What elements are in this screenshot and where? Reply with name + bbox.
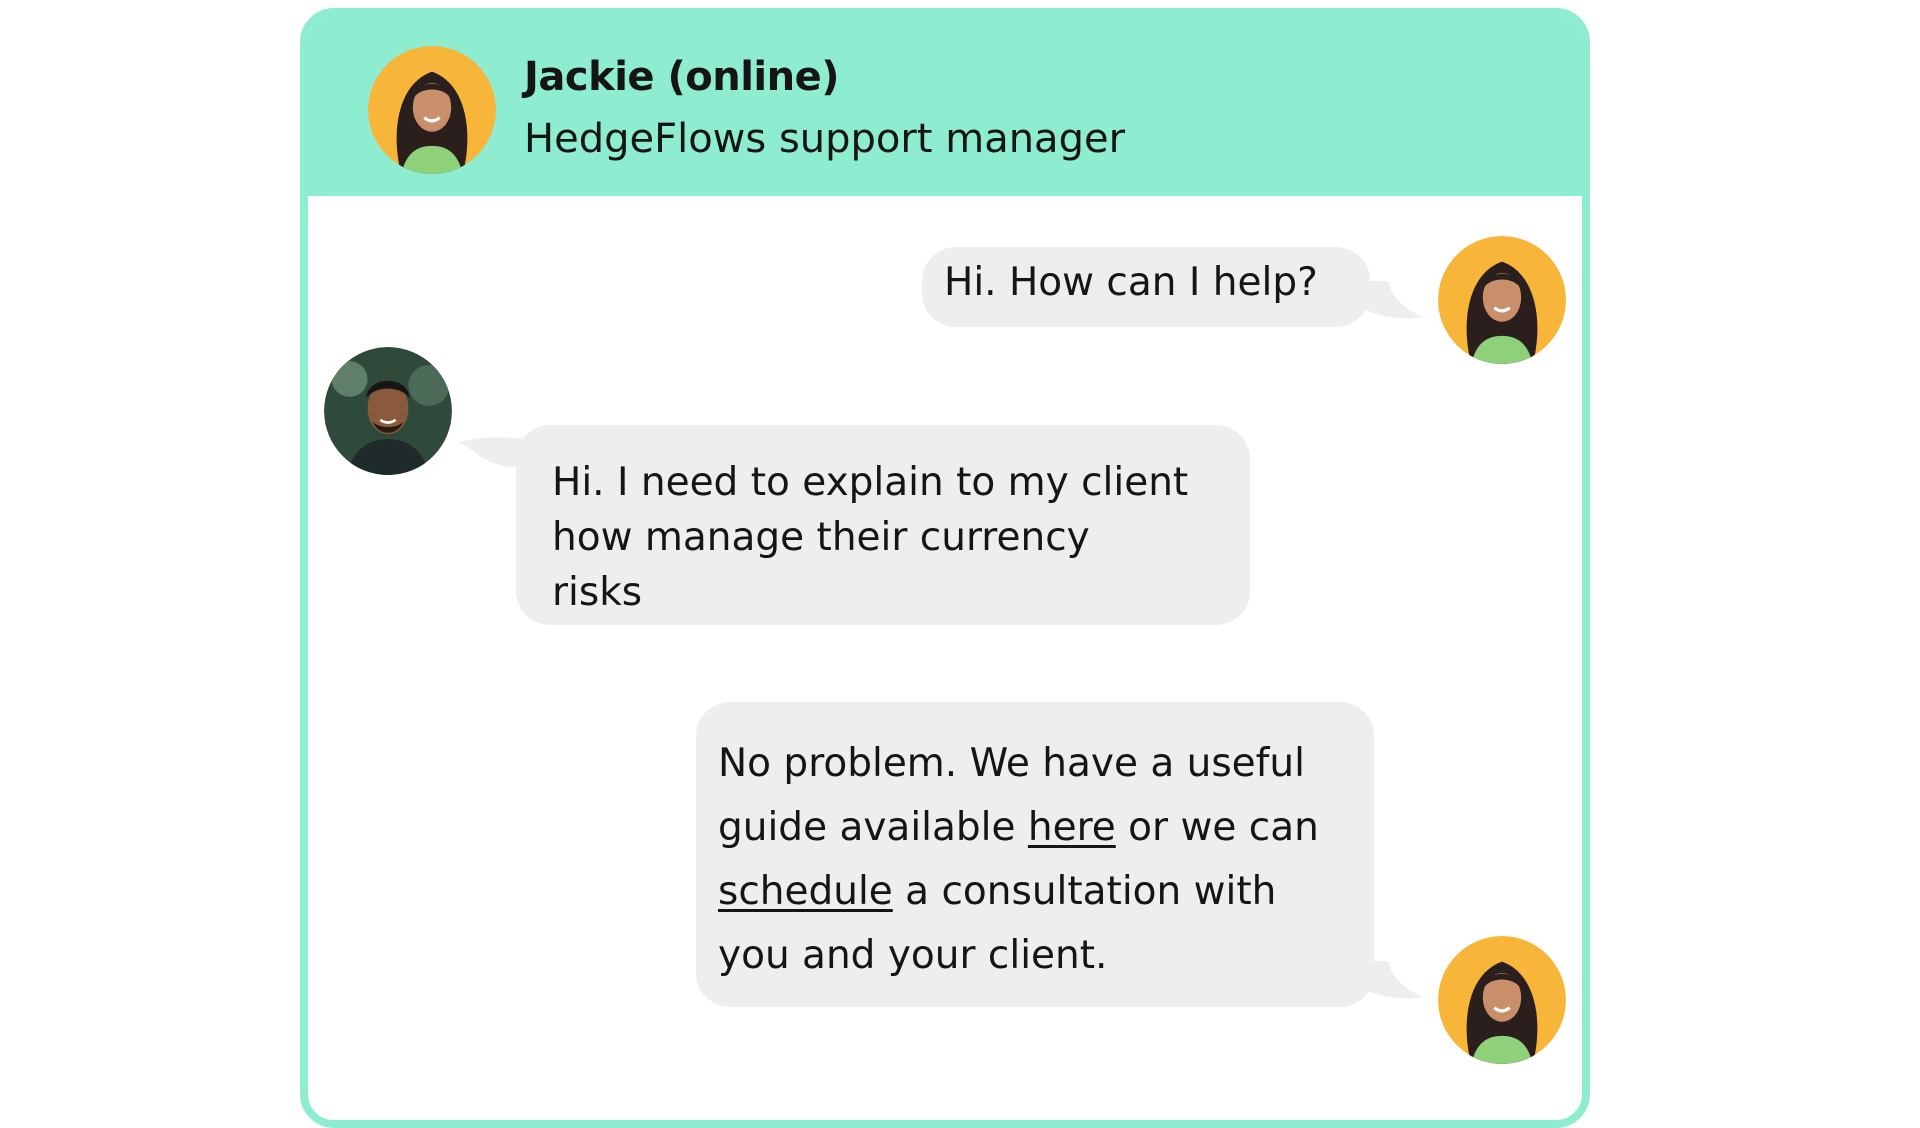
message-bubble-user: Hi. I need to explain to my client how m… — [516, 425, 1250, 625]
guide-link[interactable]: here — [1028, 805, 1116, 850]
agent-avatar-icon — [368, 46, 496, 174]
chat-header: Jackie (online) HedgeFlows support manag… — [308, 16, 1582, 196]
message-bubble-agent: No problem. We have a useful guide avail… — [696, 702, 1374, 1007]
agent-avatar-icon — [1438, 236, 1566, 364]
message-text: or we can — [1115, 805, 1319, 850]
message-list: Hi. How can I help? Hi. I need to explai… — [308, 196, 1582, 1120]
agent-name: Jackie (online) — [524, 54, 840, 100]
schedule-link[interactable]: schedule — [718, 869, 893, 914]
agent-avatar-icon — [1438, 936, 1566, 1064]
message-text-line: risks — [552, 570, 643, 615]
message-text: Hi. How can I help? — [944, 260, 1318, 305]
agent-role: HedgeFlows support manager — [524, 116, 1126, 162]
chat-window: Jackie (online) HedgeFlows support manag… — [300, 8, 1590, 1128]
message-text-line: how manage their currency — [552, 515, 1090, 560]
message-text-line: Hi. I need to explain to my client — [552, 460, 1189, 505]
user-avatar-icon — [324, 347, 452, 475]
message-bubble-agent: Hi. How can I help? — [922, 247, 1370, 327]
